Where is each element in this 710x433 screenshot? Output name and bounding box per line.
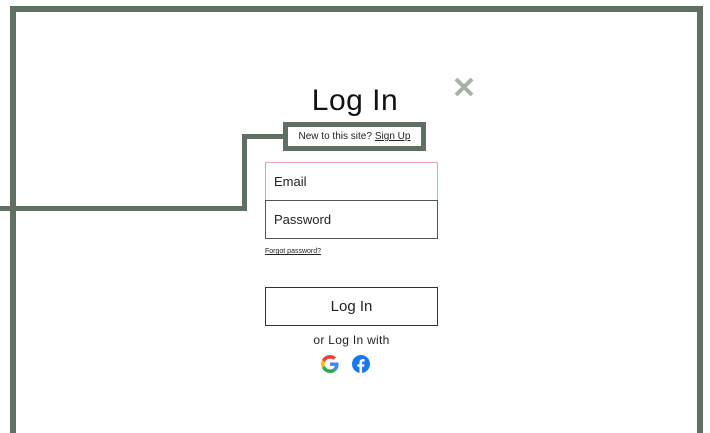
- page-title: Log In: [311, 84, 399, 117]
- password-field-wrapper: [265, 200, 438, 239]
- password-field[interactable]: [274, 212, 437, 227]
- alt-login-text: or Log In with: [313, 333, 390, 347]
- email-field[interactable]: [274, 174, 437, 189]
- signup-prompt-text: New to this site?: [298, 131, 372, 142]
- annotation-frame-left: [10, 6, 16, 433]
- signup-link[interactable]: Sign Up: [375, 131, 411, 142]
- facebook-icon[interactable]: [352, 355, 370, 373]
- annotation-frame-top: [10, 6, 703, 12]
- annotation-connector: [0, 206, 247, 211]
- signup-prompt: New to this site? Sign Up: [283, 122, 426, 151]
- login-overlay: Log In New to this site? Sign Up Forgot …: [0, 0, 710, 433]
- google-icon[interactable]: [321, 355, 339, 373]
- close-icon[interactable]: [453, 76, 475, 98]
- login-button[interactable]: Log In: [265, 287, 438, 326]
- email-field-wrapper: [265, 162, 438, 201]
- annotation-frame-right: [697, 6, 703, 433]
- annotation-connector: [242, 134, 247, 211]
- annotation-connector: [242, 134, 286, 139]
- forgot-password-link[interactable]: Forgot password?: [265, 248, 321, 255]
